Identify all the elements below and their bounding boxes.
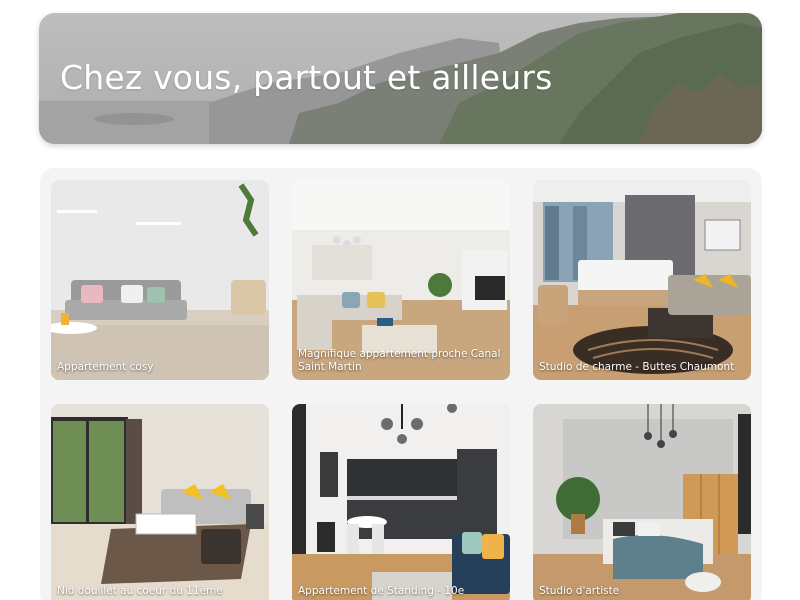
listing-title: Studio d'artiste xyxy=(539,585,620,597)
listing-photo xyxy=(533,404,751,600)
listing-title: Magnifique appartement proche Canal Sain… xyxy=(298,348,501,373)
listing-photo xyxy=(292,404,510,600)
hero-banner: Chez vous, partout et ailleurs xyxy=(39,13,762,144)
listing-photo xyxy=(533,180,751,380)
listing-photo xyxy=(51,404,269,600)
listing-photo xyxy=(51,180,269,380)
listing-title: Studio de charme - Buttes Chaumont xyxy=(539,361,735,373)
listing-card[interactable]: Nid douillet au coeur du 11ème xyxy=(51,404,269,600)
listing-title: Appartement cosy xyxy=(57,361,154,373)
listing-title: Appartement de Standing - 10e xyxy=(298,585,465,597)
hero-title: Chez vous, partout et ailleurs xyxy=(60,58,553,97)
listing-title: Nid douillet au coeur du 11ème xyxy=(57,585,223,597)
listing-card[interactable]: Appartement cosy xyxy=(51,180,269,380)
listing-card[interactable]: Studio de charme - Buttes Chaumont xyxy=(533,180,751,380)
listing-card[interactable]: Magnifique appartement proche Canal Sain… xyxy=(292,180,510,380)
listing-card[interactable]: Studio d'artiste xyxy=(533,404,751,600)
listing-card[interactable]: Appartement de Standing - 10e xyxy=(292,404,510,600)
